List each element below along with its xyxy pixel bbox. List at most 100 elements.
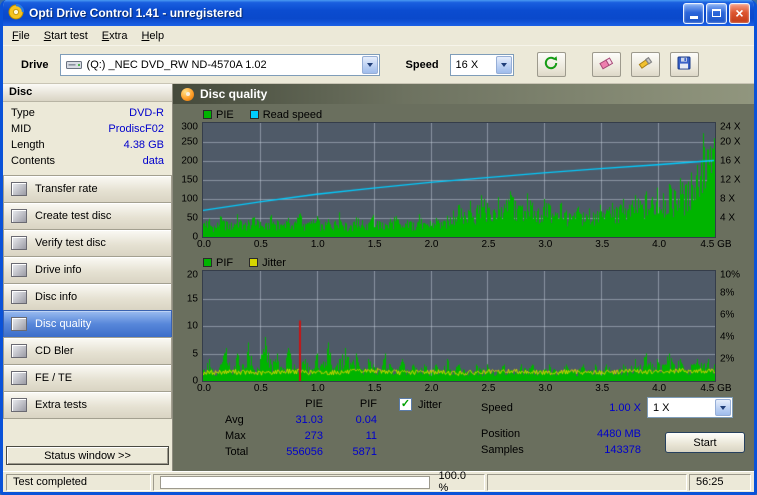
info-value: 4.38 GB [123, 139, 164, 151]
app-window: Opti Drive Control 1.41 - unregistered ×… [0, 0, 757, 495]
samples-stat-value: 143378 [604, 444, 641, 456]
axis-tick-label: 300 [181, 121, 198, 133]
check-icon: ✓ [400, 398, 411, 410]
axis-tick-label: 12 X [720, 174, 741, 186]
minimize-button[interactable] [683, 2, 704, 24]
extra-tests-icon [11, 398, 27, 412]
axis-tick-label: 3.5 [595, 383, 610, 394]
menu-bar: File Start test Extra Help [3, 26, 754, 46]
status-bar: Test completed 100.0 % 56:25 [3, 470, 754, 492]
axis-tick-label: 4.5 GB [700, 239, 732, 250]
menu-start-test[interactable]: Start test [37, 27, 95, 45]
info-value: data [142, 155, 164, 167]
axis-tick-label: 2.5 [481, 239, 496, 250]
sidebar-item-fe-te[interactable]: FE / TE [3, 364, 172, 392]
sidebar-item-drive-info[interactable]: Drive info [3, 256, 172, 284]
clean-disc-button[interactable] [630, 52, 660, 77]
axis-tick-label: 5 [192, 348, 198, 359]
pif-chart-canvas [203, 271, 715, 381]
save-floppy-icon [676, 55, 692, 74]
maximize-button[interactable] [706, 2, 727, 24]
menu-help[interactable]: Help [134, 27, 171, 45]
axis-tick-label: 0.5 [253, 239, 268, 250]
results-panel: PIE PIF Avg 31.03 0.04 Max 273 11 Total … [173, 396, 754, 471]
pif-y-axis-right: 2% 4% 6% 8% 10% [716, 270, 754, 382]
drive-label: Drive [21, 58, 49, 71]
pie-column-header: PIE [305, 398, 323, 410]
sidebar-item-label: CD Bler [35, 345, 74, 357]
sidebar-item-transfer-rate[interactable]: Transfer rate [3, 175, 172, 203]
sidebar-item-disc-info[interactable]: Disc info [3, 283, 172, 311]
progress-percent: 100.0 % [438, 470, 466, 494]
sidebar-item-disc-quality[interactable]: Disc quality [3, 310, 172, 338]
sidebar-item-verify-test-disc[interactable]: Verify test disc [3, 229, 172, 257]
sidebar-item-label: Disc quality [35, 318, 92, 330]
menu-file[interactable]: File [5, 27, 37, 45]
erase-disc-button[interactable] [591, 52, 621, 77]
speed-stat-label: Speed [481, 402, 513, 414]
dropdown-arrow-icon[interactable] [495, 55, 512, 74]
axis-tick-label: 24 X [720, 121, 741, 133]
speed-stat-value: 1.00 X [609, 402, 641, 414]
axis-tick-label: 4.0 [652, 383, 667, 394]
refresh-button[interactable] [536, 52, 566, 77]
sidebar-buttons: Transfer rate Create test disc Verify te… [3, 175, 172, 419]
pif-chart: 0 5 10 15 20 2% 4% 6% 8% 10% [173, 269, 754, 387]
elapsed-time: 56:25 [689, 473, 751, 491]
status-window-button[interactable]: Status window >> [6, 446, 169, 465]
close-button[interactable]: × [729, 2, 750, 24]
create-test-disc-icon [11, 209, 27, 223]
start-button[interactable]: Start [665, 432, 745, 453]
jitter-checkbox[interactable]: ✓ [399, 398, 412, 411]
axis-tick-label: 4.0 [652, 239, 667, 250]
test-speed-select[interactable]: 1 X [647, 397, 733, 418]
progress-bar [160, 475, 431, 489]
menu-extra[interactable]: Extra [95, 27, 135, 45]
pie-y-axis-left: 0 50 100 150 200 250 300 [173, 121, 202, 243]
info-label: MID [11, 123, 32, 135]
axis-tick-label: 10 [186, 320, 198, 332]
legend-label: PIE [216, 108, 234, 121]
sidebar-item-label: Extra tests [35, 399, 87, 411]
jitter-legend-swatch [249, 258, 259, 267]
axis-tick-label: 200 [181, 155, 198, 167]
axis-tick-label: 4 X [720, 212, 736, 224]
sidebar-item-create-test-disc[interactable]: Create test disc [3, 202, 172, 230]
disc-info-row: Length 4.38 GB [3, 138, 172, 154]
save-button[interactable] [669, 52, 699, 77]
pie-y-axis-right: 4 X 8 X 12 X 16 X 20 X 24 X [716, 122, 754, 238]
title-bar[interactable]: Opti Drive Control 1.41 - unregistered × [3, 0, 754, 26]
speed-label: Speed [405, 58, 439, 71]
speed-select-value: 16 X [455, 58, 479, 71]
page-title: Disc quality [200, 87, 268, 101]
dropdown-arrow-icon[interactable] [715, 399, 731, 416]
sidebar-item-label: Verify test disc [35, 237, 106, 249]
pif-x-axis: 0.0 0.5 1.0 1.5 2.0 2.5 3.0 3.5 4.0 4.5 GB [197, 382, 732, 396]
info-label: Type [11, 107, 35, 119]
max-pie-value: 273 [304, 430, 323, 442]
sidebar-item-cd-bler[interactable]: CD Bler [3, 337, 172, 365]
axis-tick-label: 20 [186, 269, 198, 281]
transfer-rate-icon [11, 182, 27, 196]
drive-icon [65, 59, 82, 71]
main-panel: Disc quality PIE Read speed 0 50 100 150 200… [173, 84, 754, 471]
sidebar-item-extra-tests[interactable]: Extra tests [3, 391, 172, 419]
dropdown-arrow-icon[interactable] [361, 55, 378, 74]
drive-select-value: (Q:) _NEC DVD_RW ND-4570A 1.02 [86, 58, 267, 71]
fe-te-icon [11, 371, 27, 385]
disc-quality-header: Disc quality [173, 84, 754, 104]
progress-cell: 100.0 % [153, 470, 485, 492]
disc-info-row: MID ProdiscF02 [3, 122, 172, 138]
pie-x-axis: 0.0 0.5 1.0 1.5 2.0 2.5 3.0 3.5 4.0 4.5 GB [197, 238, 732, 252]
disc-info-row: Type DVD-R [3, 106, 172, 122]
pie-chart-canvas [203, 123, 715, 237]
position-stat-value: 4480 MB [596, 428, 641, 440]
speed-select[interactable]: 16 X [449, 53, 514, 76]
pif-plot-area [202, 270, 716, 382]
maximize-icon [712, 9, 721, 17]
axis-tick-label: 8% [720, 287, 735, 299]
axis-tick-label: 250 [181, 136, 198, 148]
max-pif-value: 11 [365, 430, 377, 442]
pif-y-axis-left: 0 5 10 15 20 [173, 269, 202, 387]
drive-select[interactable]: (Q:) _NEC DVD_RW ND-4570A 1.02 [59, 53, 380, 76]
